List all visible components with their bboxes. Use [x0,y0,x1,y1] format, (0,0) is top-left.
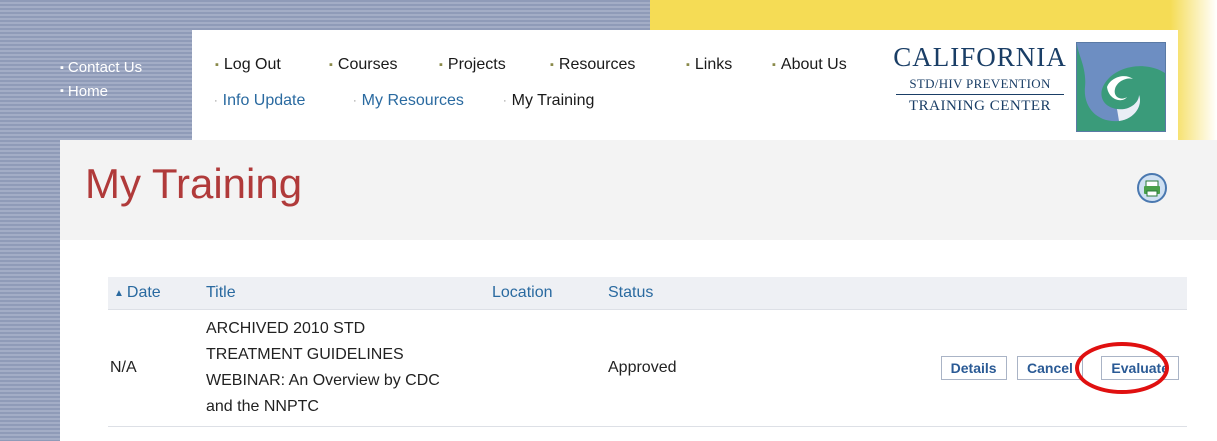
printer-glyph [1137,173,1167,203]
bullet-icon: · [353,94,357,107]
table-row: N/A ARCHIVED 2010 STD TREATMENT GUIDELIN… [108,309,1187,427]
bullet-icon: ▪ [772,58,776,71]
side-nav-contact-us[interactable]: ▪ Contact Us [60,56,142,80]
column-header-title[interactable]: Title [206,277,492,310]
title-curve [60,142,1217,164]
title-line: ARCHIVED 2010 STD [206,320,366,337]
side-nav-home[interactable]: ▪ Home [60,80,142,104]
bullet-icon: ▪ [60,61,64,74]
bullet-icon: ▪ [329,58,333,71]
evaluate-wrap: Evaluate [1075,342,1179,394]
bullet-icon: · [503,94,507,107]
title-line: WEBINAR: An Overview by CDC [206,372,440,389]
bullet-icon: ▪ [439,58,443,71]
cell-title[interactable]: ARCHIVED 2010 STD TREATMENT GUIDELINES W… [206,309,492,427]
title-line: and the NNPTC [206,398,319,415]
logo-line-training-center: TRAINING CENTER [908,98,1052,114]
column-header-status[interactable]: Status [608,277,816,310]
cell-actions: Details Cancel Evaluate [816,309,1187,427]
logo-divider [896,94,1064,95]
nav-log-out[interactable]: ▪ Log Out [215,56,281,74]
logo-wordmark[interactable]: CALIFORNIA STD/HIV PREVENTION TRAINING C… [892,42,1068,115]
printer-icon[interactable] [1136,172,1168,204]
cancel-button[interactable]: Cancel [1017,356,1083,380]
nav-about-us[interactable]: ▪ About Us [772,56,847,74]
training-table: ▲ Date Title Location Status N/A ARCHIVED… [108,277,1187,427]
nav-projects[interactable]: ▪ Projects [439,56,506,74]
cell-date: N/A [108,309,206,427]
subnav-my-resources[interactable]: · My Resources [353,92,464,110]
bullet-icon: ▪ [550,58,554,71]
logo-wave-icon[interactable] [1076,42,1166,132]
title-line: TREATMENT GUIDELINES [206,346,404,363]
nav-resources[interactable]: ▪ Resources [550,56,635,74]
nav-links[interactable]: ▪ Links [686,56,732,74]
sort-up-icon: ▲ [114,288,124,299]
column-header-actions [816,277,1187,310]
logo-line-california: CALIFORNIA [893,42,1067,72]
subnav-info-update[interactable]: · Info Update [214,92,305,110]
bullet-icon: ▪ [215,58,219,71]
column-header-date[interactable]: ▲ Date [108,277,206,310]
subnav-my-training[interactable]: · My Training [503,92,594,110]
page-title: My Training [85,160,303,207]
logo-wave-graphic [1077,43,1165,131]
logo-line-std-hiv: STD/HIV PREVENTION [909,76,1051,91]
nav-courses[interactable]: ▪ Courses [329,56,397,74]
evaluate-button[interactable]: Evaluate [1101,356,1179,380]
bullet-icon: ▪ [686,58,690,71]
table-header-row: ▲ Date Title Location Status [108,277,1187,310]
side-nav: ▪ Contact Us ▪ Home [60,56,142,103]
details-button[interactable]: Details [940,356,1007,380]
column-header-location[interactable]: Location [492,277,608,310]
cell-status: Approved [608,309,816,427]
bullet-icon: · [214,94,218,107]
cell-location [492,309,608,427]
bullet-icon: ▪ [60,85,64,98]
